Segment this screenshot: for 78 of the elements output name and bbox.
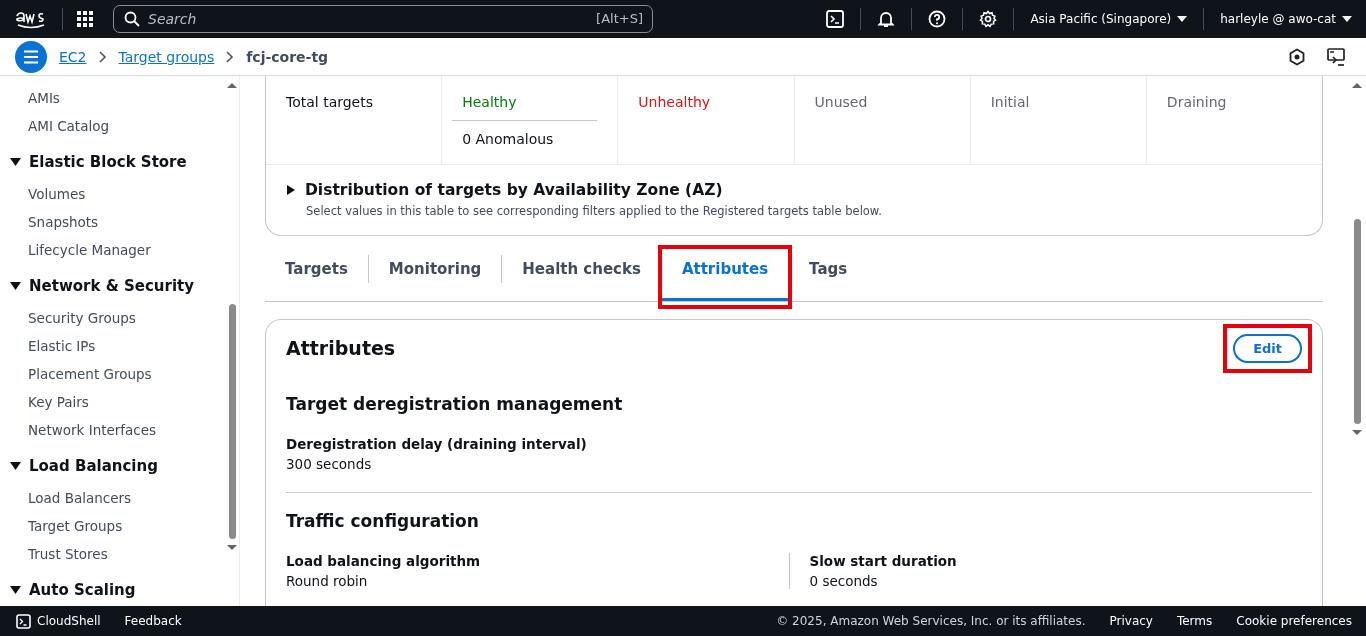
footer-link[interactable]: Privacy [1109, 614, 1153, 628]
sidebar-item[interactable]: AMIs [10, 84, 227, 112]
field-label: Slow start duration [809, 553, 958, 569]
bell-icon[interactable] [877, 10, 896, 28]
region-selector[interactable]: Asia Pacific (Singapore) [1030, 12, 1188, 26]
edit-button[interactable]: Edit [1233, 333, 1302, 363]
breadcrumb-link[interactable]: EC2 [59, 48, 87, 65]
breadcrumb-current: fcj-core-tg [246, 48, 329, 65]
sidebar-item[interactable]: Network Interfaces [10, 416, 227, 444]
status-label: Unused [814, 94, 869, 110]
tab[interactable]: Health checks [502, 236, 661, 301]
sidebar-section-toggle[interactable]: Auto Scaling [10, 578, 227, 602]
field-value: 0 seconds [809, 573, 879, 589]
sidebar-item[interactable]: Snapshots [10, 208, 227, 236]
scrollbar-thumb[interactable] [1353, 219, 1361, 424]
account-menu[interactable]: harleyle @ awo-cat [1220, 12, 1352, 26]
tab[interactable]: Attributes [661, 236, 789, 301]
field-label: Deregistration delay (draining interval) [286, 436, 588, 452]
scroll-down-icon[interactable] [1352, 430, 1362, 436]
menu-icon[interactable] [15, 40, 47, 73]
scroll-up-icon[interactable] [1352, 82, 1362, 88]
copyright-text: © 2025, Amazon Web Services, Inc. or its affiliates. [776, 614, 1086, 628]
sidebar-item[interactable]: AMI Catalog [10, 112, 227, 140]
chevron-right-icon [226, 50, 235, 63]
hexagon-icon[interactable] [1288, 47, 1306, 66]
tab[interactable]: Targets [265, 236, 368, 301]
scrollbar-thumb[interactable] [228, 304, 236, 539]
screen-cursor-icon[interactable] [1326, 46, 1346, 67]
status-label: Total targets [286, 94, 374, 110]
settings-icon[interactable] [979, 10, 998, 28]
tab[interactable]: Monitoring [368, 236, 502, 301]
caret-down-icon [10, 280, 21, 292]
chevron-right-icon [98, 50, 107, 63]
status-label: Initial [990, 94, 1031, 110]
sidebar-section-toggle[interactable]: Network & Security [10, 274, 227, 298]
sidebar-item[interactable]: Load Balancers [10, 484, 227, 512]
caret-down-icon [10, 584, 21, 596]
cloudshell-link[interactable]: CloudShell [16, 613, 101, 629]
scroll-up-icon[interactable] [227, 82, 237, 88]
section-title: Traffic configuration [286, 511, 480, 531]
breadcrumb-link[interactable]: Target groups [118, 48, 215, 65]
feedback-link[interactable]: Feedback [124, 614, 182, 628]
section-title: Target deregistration management [286, 394, 624, 414]
field-value: Round robin [286, 573, 369, 589]
caret-down-icon [10, 156, 21, 168]
sidebar-item[interactable]: Key Pairs [10, 388, 227, 416]
sidebar-item[interactable]: Placement Groups [10, 360, 227, 388]
sidebar-item[interactable]: Target Groups [10, 512, 227, 540]
shortcut-hint: [Alt+S] [596, 11, 643, 26]
sidebar-section-toggle[interactable]: Load Balancing [10, 454, 227, 478]
footer-link[interactable]: Cookie preferences [1236, 614, 1352, 628]
sidebar-section-toggle[interactable]: Elastic Block Store [10, 150, 227, 174]
sidebar-item[interactable]: Volumes [10, 180, 227, 208]
sidebar-item[interactable]: Security Groups [10, 304, 227, 332]
grid-menu-icon[interactable] [77, 11, 93, 27]
caret-icon [1342, 16, 1352, 22]
description-text: Select values in this table to see corresponding filters applied to the Registered targets table below. [306, 204, 883, 218]
scroll-down-icon[interactable] [227, 545, 237, 551]
sidebar-item[interactable]: Elastic IPs [10, 332, 227, 360]
status-label: Healthy [462, 94, 518, 110]
status-label: Draining [1166, 94, 1228, 110]
terminal-icon[interactable] [826, 10, 845, 28]
sidebar-item[interactable]: Lifecycle Manager [10, 236, 227, 264]
field-label: Load balancing algorithm [286, 553, 482, 569]
anomalous-count: 0 Anomalous [462, 131, 555, 147]
footer-link[interactable]: Terms [1176, 614, 1213, 628]
tab[interactable]: Tags [789, 236, 868, 301]
caret-right-icon [286, 185, 296, 195]
search-icon [124, 11, 140, 27]
sidebar-item[interactable]: Trust Stores [10, 540, 227, 568]
help-icon[interactable] [928, 10, 947, 28]
field-value: 300 seconds [286, 456, 373, 472]
panel-title: Attributes [286, 337, 396, 359]
caret-icon [1177, 16, 1188, 22]
distribution-toggle[interactable]: Distribution of targets by Availability Zone (AZ) [286, 181, 1302, 199]
status-label: Unhealthy [638, 94, 712, 110]
caret-down-icon [10, 460, 21, 472]
terminal-icon [16, 613, 31, 629]
